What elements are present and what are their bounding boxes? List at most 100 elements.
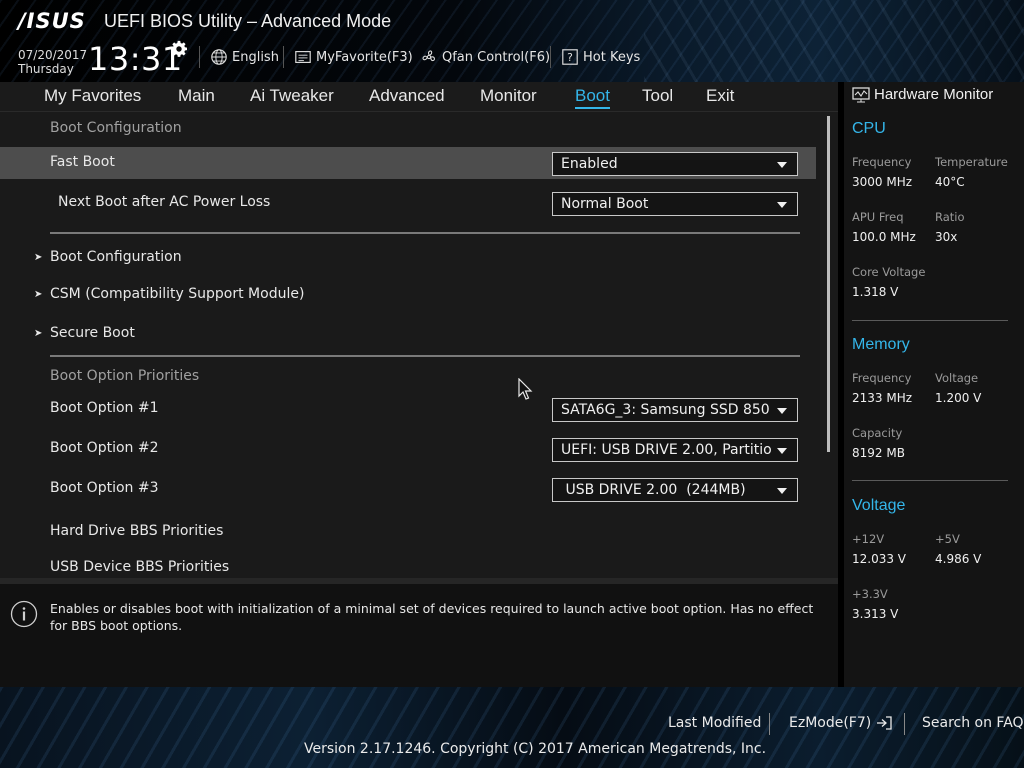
- qfan-control-button[interactable]: Qfan Control(F6): [420, 47, 550, 67]
- qfan-label: Qfan Control(F6): [442, 49, 551, 65]
- v33-value: 3.313 V: [852, 607, 899, 621]
- last-modified-button[interactable]: Last Modified: [668, 715, 761, 731]
- tab-boot[interactable]: Boot: [575, 86, 610, 109]
- date-block: 07/20/2017 Thursday: [18, 48, 87, 76]
- weekday-text: Thursday: [18, 62, 74, 76]
- header-separator: [550, 46, 551, 68]
- hardware-monitor-panel: Hardware Monitor CPU Frequency 3000 MHz …: [844, 82, 1024, 687]
- fast-boot-dropdown[interactable]: Enabled: [552, 152, 798, 176]
- footer-separator: [769, 713, 770, 735]
- memory-voltage-value: 1.200 V: [935, 391, 982, 405]
- tab-bar: My Favorites Main Ai Tweaker Advanced Mo…: [0, 82, 838, 112]
- language-label: English: [232, 49, 279, 65]
- tab-exit[interactable]: Exit: [706, 86, 734, 106]
- usb-device-bbs-priorities[interactable]: USB Device BBS Priorities: [50, 559, 229, 575]
- boot-option-2-dropdown[interactable]: UEFI: USB DRIVE 2.00, Partition: [552, 438, 798, 462]
- myfavorite-label: MyFavorite(F3): [316, 49, 413, 65]
- submenu-arrow-icon: ➤: [34, 328, 43, 339]
- ratio-value: 30x: [935, 230, 958, 244]
- header-separator: [283, 46, 284, 68]
- submenu-arrow-icon: ➤: [34, 252, 43, 263]
- help-text: Enables or disables boot with initializa…: [50, 601, 814, 633]
- apu-freq-value: 100.0 MHz: [852, 230, 916, 244]
- info-icon: [10, 600, 38, 628]
- footer-separator: [904, 713, 905, 735]
- hardware-monitor-label: Hardware Monitor: [874, 86, 994, 103]
- section-boot-option-priorities: Boot Option Priorities: [50, 368, 200, 384]
- chevron-down-icon: [777, 488, 787, 494]
- memory-frequency-label: Frequency: [852, 371, 912, 385]
- v5-value: 4.986 V: [935, 552, 982, 566]
- hard-drive-bbs-priorities[interactable]: Hard Drive BBS Priorities: [50, 523, 223, 539]
- scrollbar[interactable]: [827, 116, 830, 452]
- tab-my-favorites[interactable]: My Favorites: [44, 86, 141, 106]
- svg-text:?: ?: [567, 51, 573, 64]
- header-bar: /ISUS UEFI BIOS Utility – Advanced Mode …: [0, 0, 1024, 82]
- language-button[interactable]: English: [210, 47, 279, 67]
- chevron-down-icon: [777, 448, 787, 454]
- mouse-pointer-icon: [518, 378, 533, 400]
- help-panel: Enables or disables boot with initializa…: [0, 578, 838, 687]
- submenu-secure-boot[interactable]: Secure Boot: [50, 325, 135, 341]
- date-text: 07/20/2017: [18, 48, 88, 62]
- asus-logo: /ISUS: [18, 9, 86, 33]
- favorite-list-icon: [295, 51, 311, 63]
- cpu-frequency-label: Frequency: [852, 155, 912, 169]
- exit-arrow-icon: [877, 716, 892, 730]
- next-boot-value: Normal Boot: [561, 196, 649, 212]
- boot-option-2-value: UEFI: USB DRIVE 2.00, Partition: [561, 442, 771, 458]
- v12-label: +12V: [852, 532, 885, 546]
- app-title: UEFI BIOS Utility – Advanced Mode: [104, 11, 392, 31]
- v5-label: +5V: [935, 532, 960, 546]
- ezmode-button[interactable]: EzMode(F7): [789, 715, 893, 731]
- next-boot-dropdown[interactable]: Normal Boot: [552, 192, 798, 216]
- section-boot-configuration: Boot Configuration: [50, 120, 182, 136]
- boot-option-1-value: SATA6G_3: Samsung SSD 850 PR: [561, 402, 771, 418]
- monitor-divider: [852, 480, 1008, 481]
- fast-boot-label: Fast Boot: [50, 154, 115, 170]
- monitor-divider: [852, 320, 1008, 321]
- hotkeys-label: Hot Keys: [583, 49, 641, 65]
- memory-voltage-label: Voltage: [935, 371, 979, 385]
- clock: 13:31: [88, 40, 183, 78]
- hotkeys-button[interactable]: ? Hot Keys: [561, 47, 640, 67]
- chevron-down-icon: [777, 162, 787, 168]
- v33-label: +3.3V: [852, 587, 888, 601]
- submenu-arrow-icon: ➤: [34, 289, 43, 300]
- submenu-boot-configuration[interactable]: Boot Configuration: [50, 249, 182, 265]
- boot-option-1-label: Boot Option #1: [50, 400, 159, 416]
- memory-heading: Memory: [852, 336, 910, 353]
- gear-icon[interactable]: [170, 40, 188, 58]
- memory-capacity-label: Capacity: [852, 426, 903, 440]
- tab-ai-tweaker[interactable]: Ai Tweaker: [250, 86, 334, 106]
- tab-tool[interactable]: Tool: [642, 86, 673, 106]
- boot-option-3-value: USB DRIVE 2.00 (244MB): [561, 482, 746, 498]
- fast-boot-value: Enabled: [561, 156, 618, 172]
- boot-option-3-dropdown[interactable]: USB DRIVE 2.00 (244MB): [552, 478, 798, 502]
- tab-main[interactable]: Main: [178, 86, 215, 106]
- cpu-temperature-label: Temperature: [935, 155, 1008, 169]
- apu-freq-label: APU Freq: [852, 210, 904, 224]
- boot-settings-panel: Boot Configuration Fast Boot Enabled Nex…: [0, 112, 838, 578]
- core-voltage-value: 1.318 V: [852, 285, 899, 299]
- memory-frequency-value: 2133 MHz: [852, 391, 913, 405]
- globe-icon: [211, 49, 227, 65]
- tab-advanced[interactable]: Advanced: [369, 86, 445, 106]
- core-voltage-label: Core Voltage: [852, 265, 926, 279]
- fan-icon: [422, 50, 435, 62]
- header-separator: [199, 46, 200, 68]
- chevron-down-icon: [777, 202, 787, 208]
- footer-bar: Last Modified EzMode(F7) Search on FAQ V…: [0, 687, 1024, 768]
- tab-monitor[interactable]: Monitor: [480, 86, 537, 106]
- chevron-down-icon: [777, 408, 787, 414]
- search-faq-button[interactable]: Search on FAQ: [922, 715, 1024, 731]
- myfavorite-button[interactable]: MyFavorite(F3): [294, 47, 413, 67]
- divider: [50, 232, 800, 234]
- cpu-frequency-value: 3000 MHz: [852, 175, 913, 189]
- boot-option-1-dropdown[interactable]: SATA6G_3: Samsung SSD 850 PR: [552, 398, 798, 422]
- submenu-csm[interactable]: CSM (Compatibility Support Module): [50, 286, 304, 302]
- boot-option-3-label: Boot Option #3: [50, 480, 159, 496]
- divider: [50, 355, 800, 357]
- question-key-icon: ?: [562, 49, 578, 65]
- memory-capacity-value: 8192 MB: [852, 446, 905, 460]
